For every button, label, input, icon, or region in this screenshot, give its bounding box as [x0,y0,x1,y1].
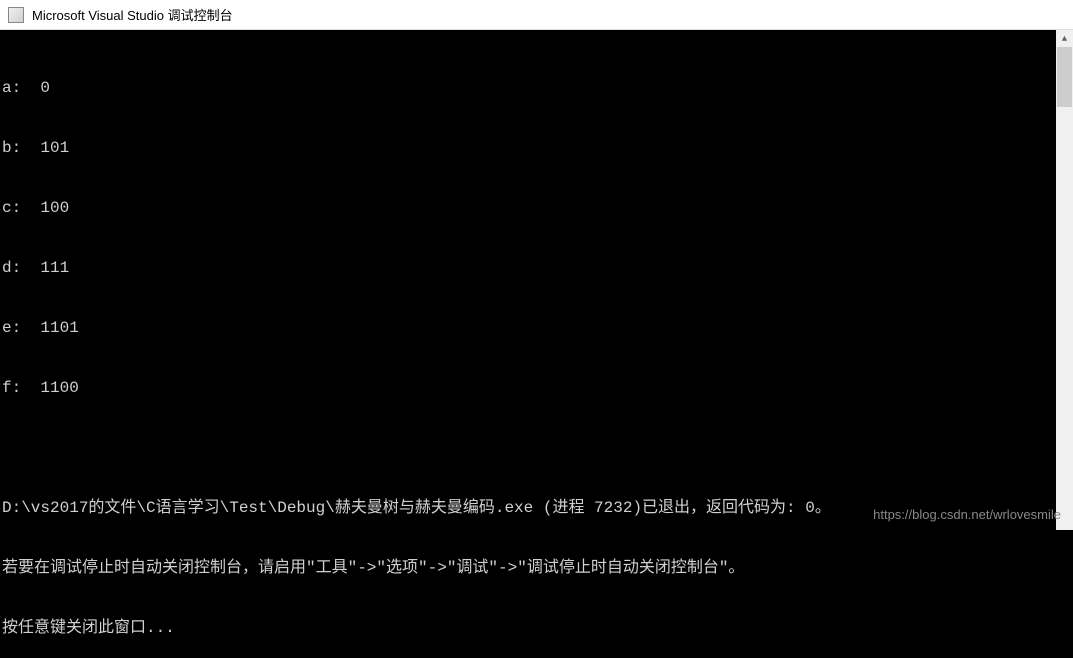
scrollbar-up-arrow[interactable]: ▲ [1056,30,1073,47]
scrollbar-thumb[interactable] [1057,47,1072,107]
output-line: b: 101 [2,138,1073,158]
output-line: f: 1100 [2,378,1073,398]
vertical-scrollbar[interactable]: ▲ [1056,30,1073,530]
hint-message: 若要在调试停止时自动关闭控制台，请启用"工具"->"选项"->"调试"->"调试… [2,558,1073,578]
output-line: d: 111 [2,258,1073,278]
app-icon [8,7,24,23]
title-bar: Microsoft Visual Studio 调试控制台 [0,0,1073,30]
blank-line [2,438,1073,458]
console-output: a: 0 b: 101 c: 100 d: 111 e: 1101 f: 110… [0,30,1073,658]
watermark-text: https://blog.csdn.net/wrlovesmile [873,507,1061,522]
output-line: e: 1101 [2,318,1073,338]
window-title: Microsoft Visual Studio 调试控制台 [32,5,233,24]
output-line: a: 0 [2,78,1073,98]
close-prompt: 按任意键关闭此窗口... [2,618,1073,638]
output-line: c: 100 [2,198,1073,218]
